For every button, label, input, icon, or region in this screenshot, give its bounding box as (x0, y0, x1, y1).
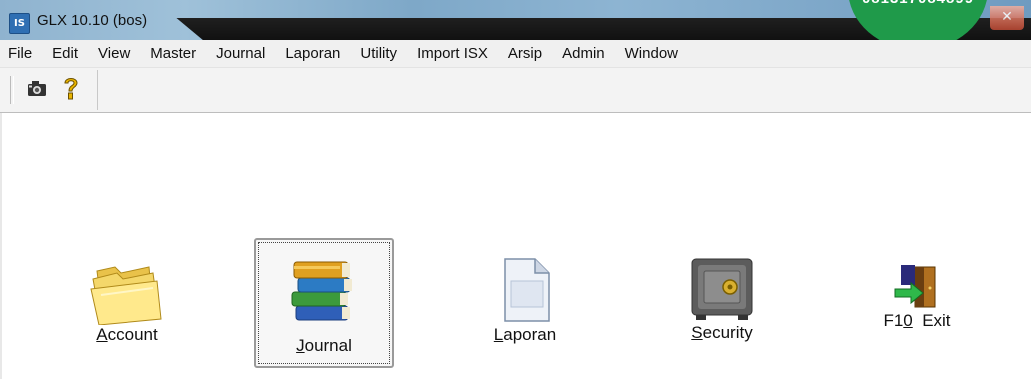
menu-import-isx[interactable]: Import ISX (417, 45, 488, 62)
menu-window[interactable]: Window (625, 45, 678, 62)
safe-icon (691, 258, 753, 320)
security-label: Security (691, 323, 753, 342)
menu-edit[interactable]: Edit (52, 45, 78, 62)
title-bar: IS GLX 10.10 (bos) 081317084899 ✕ (0, 0, 1031, 40)
menu-master[interactable]: Master (150, 45, 196, 62)
toolbar-grip[interactable] (10, 76, 14, 104)
journal-launcher[interactable]: Journal (254, 238, 394, 368)
main-panel: Account Journal Laporan Security F10 Exi… (0, 113, 1031, 379)
exit-launcher[interactable]: F10 Exit (867, 261, 967, 331)
close-button[interactable]: ✕ (990, 6, 1024, 30)
toolbar-separator (97, 70, 98, 110)
menu-admin[interactable]: Admin (562, 45, 605, 62)
camera-button[interactable] (25, 77, 51, 101)
menu-file[interactable]: File (8, 45, 32, 62)
account-launcher[interactable]: Account (82, 253, 172, 345)
account-label: Account (96, 325, 158, 344)
contact-number: 081317084899 (848, 0, 988, 7)
menu-laporan[interactable]: Laporan (285, 45, 340, 62)
laporan-label: Laporan (493, 325, 557, 344)
help-key-icon (64, 78, 78, 100)
toolbar (0, 68, 1031, 113)
window-title: GLX 10.10 (bos) (37, 12, 148, 29)
document-icon (504, 258, 550, 322)
laporan-launcher[interactable]: Laporan (480, 255, 570, 345)
exit-label: F10 Exit (883, 311, 951, 330)
menu-arsip[interactable]: Arsip (508, 45, 542, 62)
books-icon (291, 261, 352, 321)
exit-door-icon (894, 265, 936, 308)
menu-bar: File Edit View Master Journal Laporan Ut… (0, 40, 1031, 68)
camera-icon (28, 81, 46, 96)
journal-label: Journal (296, 336, 352, 355)
menu-view[interactable]: View (98, 45, 130, 62)
folder-icon (90, 266, 162, 325)
security-launcher[interactable]: Security (677, 253, 767, 343)
menu-utility[interactable]: Utility (360, 45, 397, 62)
menu-journal[interactable]: Journal (216, 45, 265, 62)
app-icon[interactable]: IS (9, 13, 30, 34)
help-button[interactable] (60, 74, 82, 102)
